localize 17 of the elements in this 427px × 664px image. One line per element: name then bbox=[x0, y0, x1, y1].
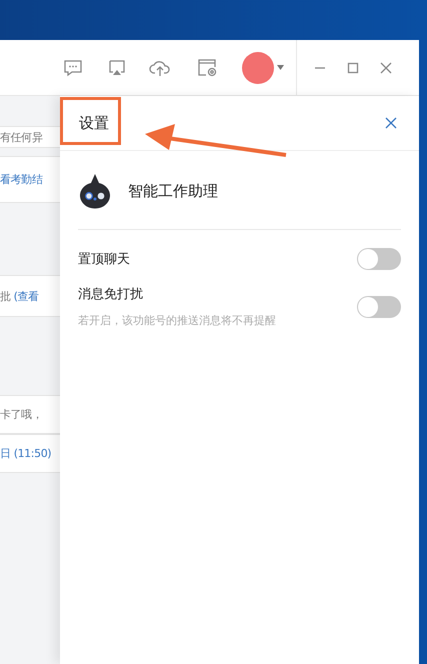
toggle-switch[interactable] bbox=[357, 296, 401, 318]
toggle-switch[interactable] bbox=[357, 248, 401, 270]
avatar[interactable] bbox=[242, 52, 274, 84]
option-hint: 若开启，该功能号的推送消息将不再提醒 bbox=[78, 313, 276, 328]
panel-title: 设置 bbox=[79, 114, 109, 132]
message-text: 有任何异 bbox=[0, 130, 42, 144]
close-icon[interactable] bbox=[385, 117, 397, 129]
assistant-name: 智能工作助理 bbox=[128, 182, 218, 200]
message-text: 批 (查看 bbox=[0, 288, 39, 304]
message-text: 日 (11:50) bbox=[0, 446, 52, 461]
highlight-frame bbox=[60, 97, 121, 145]
robot-avatar-icon bbox=[78, 173, 112, 209]
message-text: 卡了哦， bbox=[0, 407, 42, 422]
caret-icon[interactable] bbox=[277, 65, 284, 70]
option-label: 置顶聊天 bbox=[78, 251, 130, 268]
option-label: 消息免打扰 bbox=[78, 286, 144, 303]
message-text: 看考勤结 bbox=[0, 172, 42, 187]
